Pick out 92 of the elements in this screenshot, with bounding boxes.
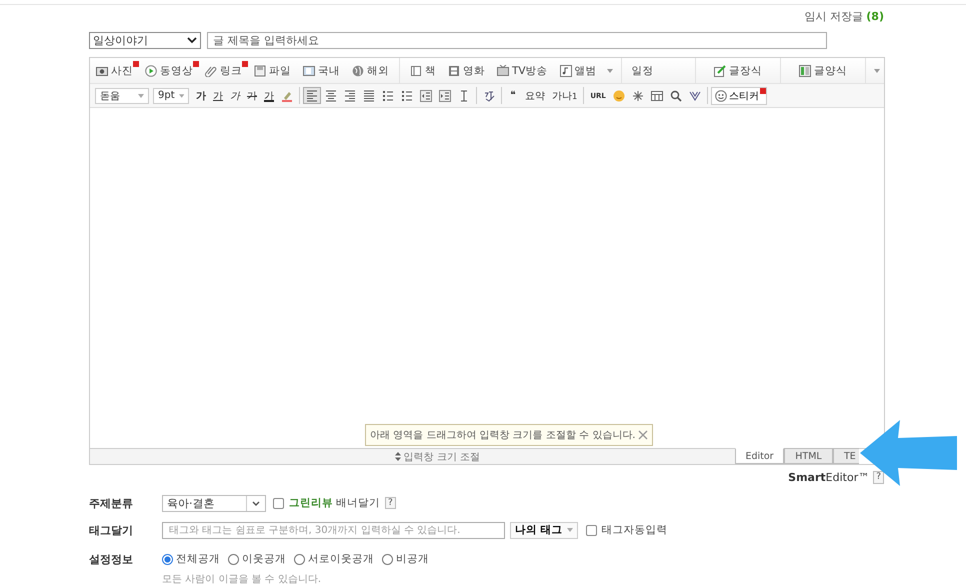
chevron-icon [187,37,197,44]
dropdown-icon [566,528,573,532]
format-button[interactable]: 가 [227,87,243,104]
numbered-list-icon [382,90,394,102]
align-center-icon [325,90,337,102]
outdent-icon [420,90,432,102]
align-justify-icon [363,90,375,102]
dropdown-icon[interactable] [606,68,613,72]
toolbar-button[interactable]: 해외 [346,60,395,80]
dropdown-icon [138,94,144,98]
radio-button[interactable] [162,554,173,564]
font-select[interactable]: 돋움 [95,88,149,104]
book-icon [410,64,422,76]
line-height-icon [458,90,470,102]
close-icon[interactable] [638,430,648,440]
review-link[interactable]: 그린리뷰 [289,496,333,510]
radio-label: 이웃공개 [242,552,286,566]
smiley-icon [714,90,727,102]
toolbar-button[interactable]: TV방송 [491,60,554,80]
format-button[interactable]: 가 [193,87,209,104]
help-button[interactable]: ? [385,497,396,509]
tooltip-text: 아래 영역을 드래그하여 입력창 크기를 조절할 수 있습니다. [370,429,636,442]
play-icon [145,64,157,76]
subject-select[interactable]: 육아·결혼 [162,494,266,512]
checkbox[interactable] [273,498,284,508]
radio-button[interactable] [294,554,305,564]
special-char-icon [632,90,644,102]
resize-bar[interactable]: 입력창 크기 조절 [90,449,735,464]
editor-tab[interactable]: TE [833,448,859,464]
toolbar-button[interactable]: 파일 [248,60,297,80]
toolbar-button[interactable]: 동영상 [139,60,199,80]
visibility-note: 모든 사람이 이글을 볼 수 있습니다. [162,573,322,586]
toolbar-button[interactable]: 영화 [442,60,491,80]
emoticon-icon [612,90,625,102]
align-right-icon [344,90,356,102]
layout-icon [799,64,811,76]
pen-icon [714,64,726,76]
dropdown-icon [178,94,184,98]
radio-button[interactable] [382,554,393,564]
tag-field[interactable]: 태그와 태그는 쉼표로 구분하며, 30개까지 입력하실 수 있습니다. [162,522,505,538]
chevron-icon [252,500,260,506]
drafts-link[interactable]: 임시 저장글 (8) [804,9,884,25]
toolbar-button[interactable]: 사진 [90,60,139,80]
editor-tab[interactable]: Editor [735,448,784,464]
clip-icon [205,64,217,76]
format-button[interactable]: 가 [244,87,260,104]
toolbar-button[interactable]: 글양식 [785,60,861,80]
editor-tab[interactable]: HTML [784,448,833,464]
format-button[interactable] [417,87,435,104]
format-button[interactable]: 가 [261,87,277,104]
checkbox-label: 태그자동입력 [602,523,668,537]
dropdown-icon[interactable] [874,68,880,72]
toolbar-button[interactable]: 링크 [199,60,248,80]
format-button[interactable] [436,87,454,104]
radio-label: 비공개 [396,552,429,566]
format-button[interactable]: 가 [210,87,226,104]
film-icon [448,64,460,76]
align-left-icon [306,90,318,102]
font-select[interactable]: 9pt [153,88,189,104]
field-label: 주제분류 [89,496,134,510]
toolbar-button[interactable]: 앨범 [554,60,603,80]
radio-label: 전체공개 [176,552,220,566]
album-icon [560,64,572,76]
resize-label: 입력창 크기 조절 [404,450,480,464]
format-button[interactable] [303,87,321,104]
schedule-button[interactable]: 일정 [626,60,660,80]
title-field[interactable]: 글 제목을 입력하세요 [207,32,827,49]
camera-icon [96,64,108,76]
format-button[interactable]: ❝ [505,87,521,104]
help-button[interactable]: ? [873,470,884,484]
brand-logo: SmartEditor™ [788,470,870,484]
radio-label: 서로이웃공개 [308,552,374,566]
toolbar-button[interactable]: 글장식 [700,60,776,80]
toolbar-button[interactable]: 국내 [297,60,346,80]
checkbox-label: 배너달기 [336,496,380,510]
tv-icon [497,64,509,76]
highlight-icon [281,90,293,102]
bullet-list-icon [401,90,413,102]
format-button[interactable]: 요약 [522,87,548,104]
toolbar-button[interactable]: 책 [404,60,442,80]
radio-button[interactable] [228,554,239,564]
globe-icon [352,64,364,76]
field-label: 태그달기 [89,522,134,538]
indent-icon [439,90,451,102]
search-icon [670,90,682,102]
checkbox[interactable] [586,524,597,536]
sticker-button[interactable]: 스티커 [710,86,767,104]
table-icon [650,90,663,102]
field-label: 설정정보 [89,552,134,567]
resize-icon [394,452,401,461]
my-tags-button[interactable]: 나의 태그 [510,522,578,538]
category-select[interactable]: 일상이야기 [89,32,201,49]
